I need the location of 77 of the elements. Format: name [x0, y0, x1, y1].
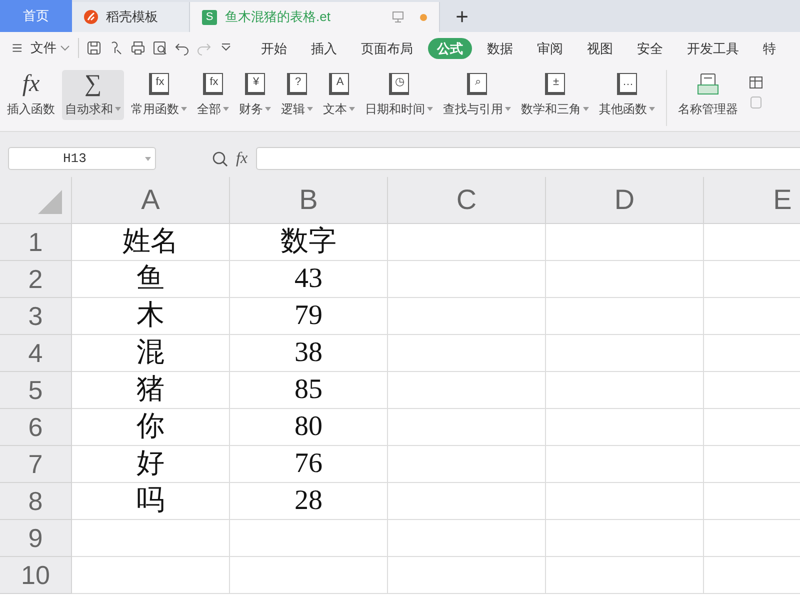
book-icon: fx [203, 73, 223, 95]
document-tab[interactable]: 稻壳模板 [72, 2, 190, 32]
formula-input[interactable] [256, 147, 800, 170]
book-icon: ◷ [389, 73, 409, 95]
save-icon[interactable] [86, 40, 102, 56]
table-cell: 木 [72, 298, 230, 335]
function-button[interactable]: A 文本 [320, 70, 358, 120]
new-tab-button[interactable]: + [440, 2, 484, 32]
select-all-icon [38, 190, 62, 214]
table-cell: 76 [230, 446, 388, 483]
function-button[interactable]: fx 插入函数 [4, 70, 58, 120]
row-header[interactable]: 6 [0, 409, 72, 446]
table-cell: 吗 [72, 483, 230, 520]
book-icon: ⌕ [467, 73, 487, 95]
ribbon-tab[interactable]: 安全 [628, 38, 672, 58]
monitor-icon [392, 11, 404, 23]
table-cell: 85 [230, 372, 388, 409]
print-icon[interactable] [130, 40, 146, 56]
table-cell: 80 [230, 409, 388, 446]
row-header[interactable]: 1 [0, 224, 72, 261]
function-button[interactable]: … 其他函数 [596, 70, 658, 120]
sheet-icon: S [202, 10, 217, 24]
sum-icon: ∑ [84, 70, 102, 98]
ribbon-tab[interactable]: 视图 [578, 38, 622, 58]
ribbon-tab[interactable]: 特 [754, 38, 785, 58]
table-cell: 28 [230, 483, 388, 520]
row-header[interactable]: 8 [0, 483, 72, 520]
function-button[interactable]: ¥ 财务 [236, 70, 274, 120]
ribbon-tab[interactable]: 页面布局 [352, 38, 422, 58]
book-icon: ± [545, 73, 565, 95]
row-header[interactable]: 7 [0, 446, 72, 483]
table-cell: 好 [72, 446, 230, 483]
ribbon-tab[interactable]: 开发工具 [678, 38, 748, 58]
book-icon: ¥ [245, 73, 265, 95]
function-button[interactable]: ◷ 日期和时间 [362, 70, 436, 120]
print-preview-icon[interactable] [152, 40, 168, 56]
ribbon-tab[interactable]: 插入 [302, 38, 346, 58]
table-cell: 数字 [230, 224, 388, 261]
table-cell: 姓名 [72, 224, 230, 261]
table-cell: 混 [72, 335, 230, 372]
table-tools-icon [749, 75, 763, 109]
function-button[interactable]: fx 全部 [194, 70, 232, 120]
book-icon: ? [287, 73, 307, 95]
table-cell: 你 [72, 409, 230, 446]
book-icon: A [329, 73, 349, 95]
ribbon-tab[interactable]: 开始 [252, 38, 296, 58]
function-button[interactable]: ? 逻辑 [278, 70, 316, 120]
row-header[interactable]: 5 [0, 372, 72, 409]
table-cell: 43 [230, 261, 388, 298]
ribbon-tab[interactable]: 审阅 [528, 38, 572, 58]
zoom-icon [212, 150, 228, 166]
row-header[interactable]: 4 [0, 335, 72, 372]
table-cell: 79 [230, 298, 388, 335]
row-header[interactable]: 3 [0, 298, 72, 335]
function-button[interactable]: fx 常用函数 [128, 70, 190, 120]
row-header[interactable]: 10 [0, 557, 72, 594]
name-manager-icon [697, 73, 719, 95]
logo-icon [84, 10, 98, 24]
fx-label: fx [236, 148, 248, 168]
name-box[interactable]: H13 [8, 147, 156, 170]
menu-icon [12, 42, 22, 54]
function-button[interactable]: ∑ 自动求和 [62, 70, 124, 120]
chevron-icon [60, 45, 70, 51]
table-cell: 鱼 [72, 261, 230, 298]
table-cell: 38 [230, 335, 388, 372]
ribbon-tab[interactable]: 数据 [478, 38, 522, 58]
function-button[interactable]: 名称管理器 [675, 70, 741, 120]
row-header[interactable]: 2 [0, 261, 72, 298]
function-button[interactable]: ⌕ 查找与引用 [440, 70, 514, 120]
row-header[interactable]: 9 [0, 520, 72, 557]
fx-icon: fx [22, 70, 40, 98]
file-menu[interactable]: 文件 [26, 38, 74, 58]
book-icon: … [617, 73, 637, 95]
table-cell: 猪 [72, 372, 230, 409]
function-button[interactable]: ± 数学和三角 [518, 70, 592, 120]
caret-icon [145, 156, 151, 160]
book-icon: fx [149, 73, 169, 95]
